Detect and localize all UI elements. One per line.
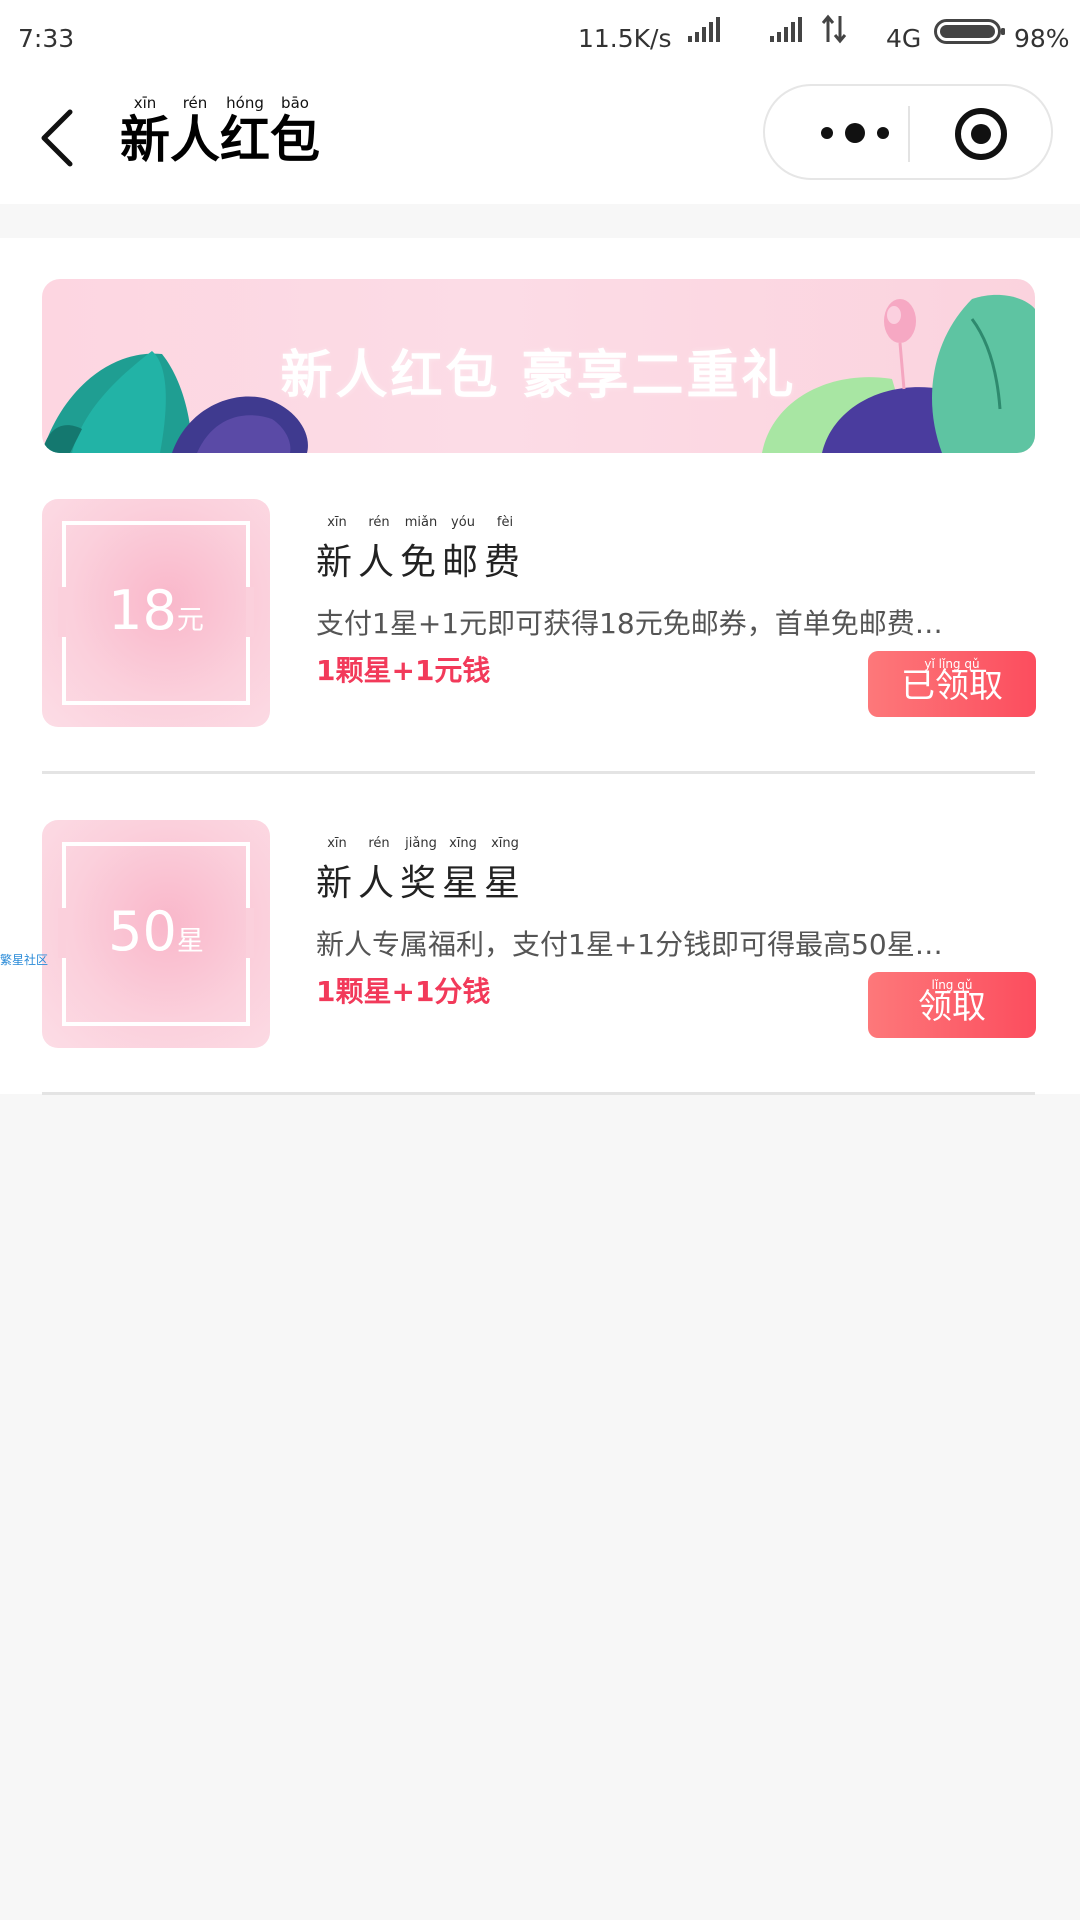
coupon-title: xīn rén jiǎng xīng xīng 新人奖星星 [316,836,527,904]
page-title: xīn 新 rén 人 hóng 红 bāo 包 [120,94,320,168]
coupon-price: 1颗星+1分钱 [316,975,491,1008]
signal-icon-2 [770,17,802,42]
coupon-value: 18元 [42,579,270,642]
back-arrow-icon[interactable] [30,98,90,178]
signal-icon [688,17,720,42]
content-panel: 新人红包 豪享二重礼 18元 xīn rén miǎn yóu fèi 新人免邮费 支付… [0,238,1080,1095]
divider [42,1092,1035,1095]
coupon-value: 50星 [42,900,270,963]
miniprogram-capsule [763,84,1053,180]
coupon-title: xīn rén miǎn yóu fèi 新人免邮费 [316,515,527,583]
battery-icon [934,19,1005,44]
title-char: rén 人 [170,94,220,169]
status-time: 7:33 [18,24,75,53]
battery-percent: 98% [1014,24,1070,53]
capsule-divider [908,106,910,162]
coupon-card: 18元 xīn rén miǎn yóu fèi 新人免邮费 支付1星+1元即可获得18… [42,499,1036,729]
title-char: xīn 新 [120,94,170,169]
status-speed: 11.5K/s [578,24,672,53]
coupon-unit: 星 [176,926,204,957]
coupon-amount: 18 [108,579,177,642]
close-miniprogram-icon[interactable] [953,106,1009,162]
status-bar: 7:33 11.5K/s 4G 98% [0,0,1080,76]
network-type: 4G [886,24,922,53]
claim-button[interactable]: lǐng qǔ 领取 [868,972,1036,1038]
coupon-title-pinyin: xīn rén miǎn yóu fèi [327,515,514,530]
coupon-amount: 50 [108,900,177,963]
button-pinyin: yǐ lǐng qǔ [924,657,980,671]
coupon-description: 支付1星+1元即可获得18元免邮券，首单免邮费… [316,607,943,640]
claimed-button[interactable]: yǐ lǐng qǔ 已领取 [868,651,1036,717]
coupon-price: 1颗星+1元钱 [316,654,491,687]
divider [42,771,1035,774]
banner-title: 新人红包 豪享二重礼 [280,346,797,406]
community-label[interactable]: 繁星社区 [0,951,48,968]
nav-bar: xīn 新 rén 人 hóng 红 bāo 包 [0,76,1080,204]
more-icon[interactable] [805,108,905,158]
title-char: hóng 红 [220,94,270,169]
title-char: bāo 包 [270,94,320,169]
coupon-title-pinyin: xīn rén jiǎng xīng xīng [327,836,519,851]
coupon-badge: 18元 [42,499,270,727]
data-transfer-icon [821,14,847,44]
coupon-description: 新人专属福利，支付1星+1分钱即可得最高50星… [316,928,943,961]
promo-banner[interactable]: 新人红包 豪享二重礼 [42,279,1035,453]
coupon-badge: 50星 [42,820,270,1048]
coupon-unit: 元 [176,605,204,636]
button-pinyin: lǐng qǔ [931,978,973,992]
coupon-card: 50星 xīn rén jiǎng xīng xīng 新人奖星星 新人专属福利，支付1… [42,820,1036,1050]
